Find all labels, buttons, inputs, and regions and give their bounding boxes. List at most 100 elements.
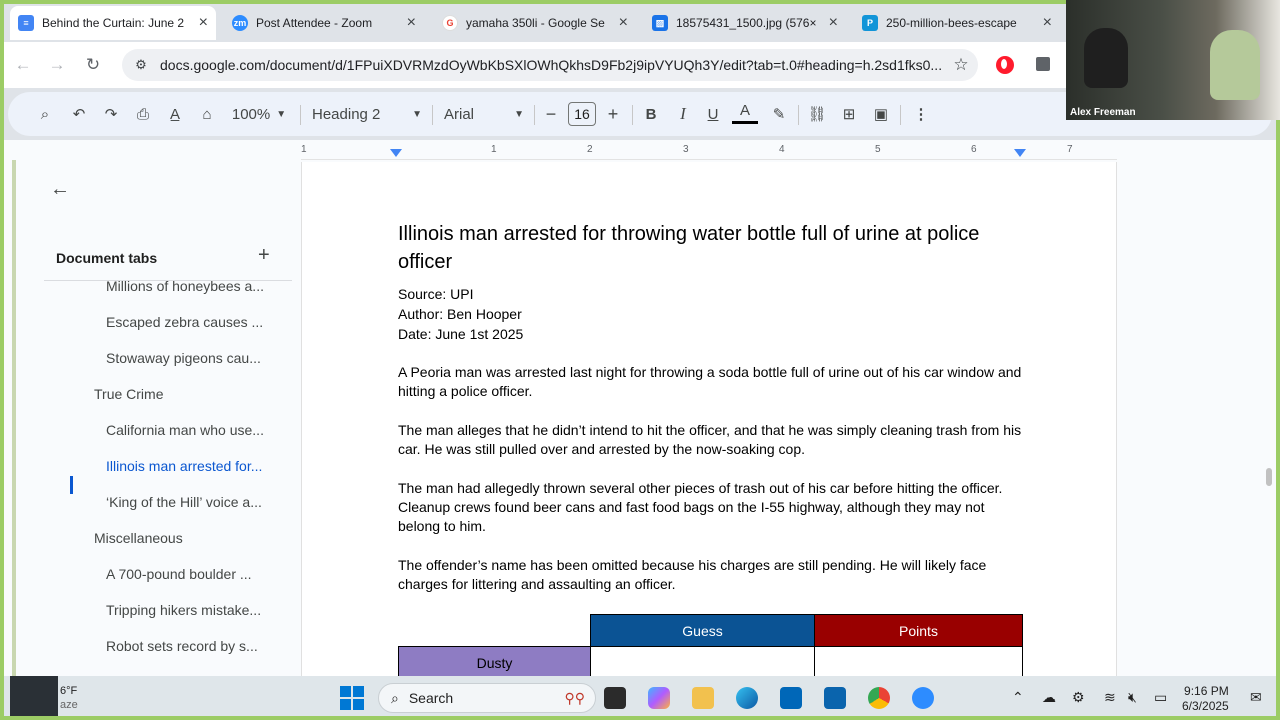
browser-tab-google-search[interactable]: G yamaha 350li - Google Se × (434, 6, 636, 40)
font-select[interactable]: Arial ▼ (444, 100, 524, 128)
author-line[interactable]: Author: Ben Hooper (398, 304, 1026, 324)
task-view-icon[interactable] (604, 687, 626, 709)
points-cell[interactable] (814, 646, 1023, 679)
paragraph[interactable]: A Peoria man was arrested last night for… (398, 363, 1026, 402)
add-comment-icon[interactable]: ⊞ (836, 100, 862, 128)
back-arrow-icon[interactable]: ← (50, 178, 70, 201)
weather-widget-thumbnail[interactable] (10, 676, 58, 716)
url-bar[interactable]: ⚙ docs.google.com/document/d/1FPuiXDVRMz… (122, 49, 978, 81)
browser-tab-bees[interactable]: P 250-million-bees-escape × (854, 6, 1060, 40)
add-tab-icon[interactable]: + (258, 244, 270, 267)
paragraph[interactable]: The man alleges that he didn’t intend to… (398, 421, 1026, 460)
highlight-icon[interactable]: ✎ (766, 100, 792, 128)
site-info-icon[interactable]: ⚙ (128, 57, 154, 73)
battery-icon[interactable]: ▭ (1154, 689, 1167, 706)
text-color-icon[interactable]: A (732, 100, 758, 124)
wifi-icon[interactable]: ≋ (1104, 689, 1116, 706)
guess-cell[interactable] (590, 646, 815, 679)
close-icon[interactable]: × (199, 14, 208, 32)
paragraph[interactable]: The man had allegedly thrown several oth… (398, 479, 1026, 537)
system-clock[interactable]: 9:16 PM 6/3/2025 (1182, 684, 1229, 714)
outline-item[interactable]: Millions of honeybees a... (106, 278, 264, 294)
outline-item[interactable]: Tripping hikers mistake... (106, 602, 261, 618)
zoom-video-thumbnail[interactable]: Alex Freeman (1066, 0, 1280, 120)
image-icon: ▨ (652, 15, 668, 31)
chevron-up-icon[interactable]: ⌃ (1012, 689, 1024, 706)
underline-icon[interactable]: U (700, 100, 726, 128)
store-icon[interactable] (780, 687, 802, 709)
browser-tab-image[interactable]: ▨ 18575431_1500.jpg (576× × (644, 6, 846, 40)
outline-item-current[interactable]: Illinois man arrested for... (106, 458, 262, 474)
paragraph[interactable]: The offender’s name has been omitted bec… (398, 556, 1026, 595)
undo-icon[interactable]: ↶ (66, 100, 92, 128)
outline-section-true-crime[interactable]: True Crime (94, 386, 164, 402)
outline-item[interactable]: ‘King of the Hill’ voice a... (106, 494, 262, 510)
reload-icon[interactable]: ↻ (80, 52, 106, 78)
edge-icon[interactable] (736, 687, 758, 709)
insert-link-icon[interactable]: ⛓ (804, 100, 830, 128)
docs-icon: ≡ (18, 15, 34, 31)
italic-icon[interactable]: I (670, 100, 696, 128)
taskbar-search[interactable]: ⌕ Search ⚲⚲ (378, 683, 596, 713)
style-select[interactable]: Heading 2 ▼ (312, 100, 422, 128)
chevron-down-icon: ▼ (514, 108, 524, 120)
onedrive-icon[interactable]: ☁ (1042, 689, 1056, 706)
redo-icon[interactable]: ↷ (98, 100, 124, 128)
print-icon[interactable]: ⎙ (130, 100, 156, 128)
font-size-input[interactable]: 16 (568, 102, 596, 126)
bicycle-icon: ⚲⚲ (564, 689, 585, 706)
scrollbar-thumb[interactable] (1266, 468, 1272, 486)
header-guess[interactable]: Guess (590, 614, 815, 647)
outline-item[interactable]: California man who use... (106, 422, 264, 438)
toolbar-divider (798, 105, 799, 125)
weather-widget[interactable]: 6°F aze (60, 684, 78, 712)
volume-muted-icon[interactable]: 🔇︎ (1128, 689, 1137, 706)
horizontal-ruler[interactable]: 1 1 2 3 4 5 6 7 (301, 140, 1117, 160)
close-icon[interactable]: × (829, 14, 838, 32)
outline-item[interactable]: Robot sets record by s... (106, 638, 258, 654)
windows-start-icon[interactable] (340, 686, 364, 710)
zoom-select[interactable]: 100% ▼ (226, 100, 292, 128)
browser-tab-docs[interactable]: ≡ Behind the Curtain: June 2 × (10, 6, 216, 40)
spellcheck-icon[interactable]: A̲ (162, 100, 188, 128)
paint-format-icon[interactable]: ⌂ (194, 100, 220, 128)
opera-extension-icon[interactable] (996, 56, 1014, 74)
url-text[interactable]: docs.google.com/document/d/1FPuiXDVRMzdO… (160, 57, 944, 73)
left-indent-marker[interactable] (390, 149, 402, 157)
insert-image-icon[interactable]: ▣ (868, 100, 894, 128)
back-arrow-icon[interactable]: ← (10, 52, 36, 78)
toolbar-divider (534, 105, 535, 125)
notifications-icon[interactable]: ✉ (1250, 689, 1262, 706)
date-line[interactable]: Date: June 1st 2025 (398, 324, 1026, 344)
close-icon[interactable]: × (407, 14, 416, 32)
zoom-app-icon[interactable] (912, 687, 934, 709)
decrease-font-size-icon[interactable]: − (540, 100, 562, 128)
outlook-icon[interactable] (824, 687, 846, 709)
right-indent-marker[interactable] (1014, 149, 1026, 157)
outline-item[interactable]: A 700-pound boulder ... (106, 566, 252, 582)
close-icon[interactable]: × (1043, 14, 1052, 32)
table-row: Dusty (398, 646, 1023, 679)
bold-icon[interactable]: B (638, 100, 664, 128)
outline-section-miscellaneous[interactable]: Miscellaneous (94, 530, 183, 546)
copilot-icon[interactable] (648, 687, 670, 709)
outline-item[interactable]: Stowaway pigeons cau... (106, 350, 261, 366)
browser-tab-zoom[interactable]: zm Post Attendee - Zoom × (224, 6, 424, 40)
player-name-cell[interactable]: Dusty (398, 646, 591, 679)
chrome-icon[interactable] (868, 687, 890, 709)
extension-icon[interactable] (1036, 57, 1050, 71)
increase-font-size-icon[interactable]: + (602, 100, 624, 128)
document-page[interactable]: Illinois man arrested for throwing water… (301, 162, 1117, 716)
outline-item[interactable]: Escaped zebra causes ... (106, 314, 263, 330)
document-body[interactable]: Illinois man arrested for throwing water… (398, 220, 1026, 595)
more-options-icon[interactable]: ⋮ (908, 100, 934, 128)
bluetooth-devices-icon[interactable]: ⚙ (1072, 689, 1085, 706)
bookmark-star-icon[interactable]: ☆ (944, 55, 978, 75)
search-menus-icon[interactable]: ⌕ (32, 100, 58, 128)
header-points[interactable]: Points (814, 614, 1023, 647)
heading[interactable]: Illinois man arrested for throwing water… (398, 220, 1026, 276)
source-line[interactable]: Source: UPI (398, 284, 1026, 304)
file-explorer-icon[interactable] (692, 687, 714, 709)
forward-arrow-icon[interactable]: → (44, 52, 70, 78)
close-icon[interactable]: × (619, 14, 628, 32)
